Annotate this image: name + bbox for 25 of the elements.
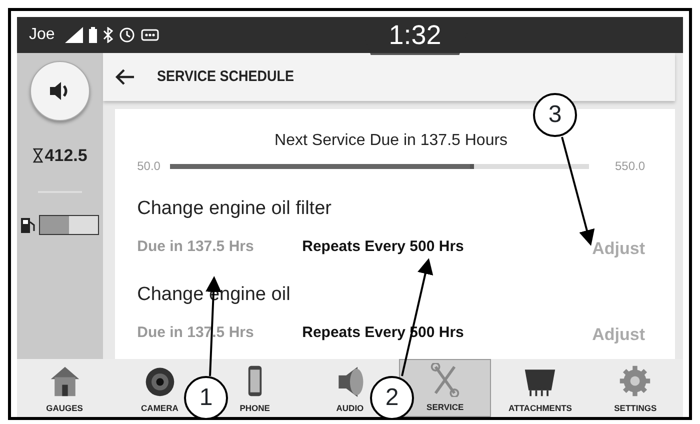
- volume-button[interactable]: [30, 61, 90, 121]
- battery-icon: [88, 27, 97, 43]
- clock-icon: [118, 27, 135, 43]
- slider-max: 550.0: [614, 158, 645, 175]
- hourglass-icon: [32, 148, 43, 164]
- fuel-gauge: [39, 214, 100, 234]
- nav-tab[interactable]: SETTINGS: [589, 359, 682, 417]
- slider-min: 50.0: [137, 158, 160, 175]
- page-title: SERVICE SCHEDULE: [157, 66, 294, 87]
- due-text: Due in 137.5 Hrs: [137, 236, 255, 256]
- next-service-text: Next Service Due in 137.5 Hours: [274, 132, 508, 149]
- task-name: Change engine oil filter: [137, 197, 332, 221]
- signal-icon: [64, 27, 83, 43]
- gear-icon: [618, 364, 652, 398]
- nav-tab[interactable]: ATTACHMENTS: [494, 359, 586, 417]
- service-slider[interactable]: [170, 164, 589, 168]
- nav-tab[interactable]: GAUGES: [18, 359, 111, 417]
- back-arrow-icon: [115, 68, 136, 85]
- engine-hours: 412.5: [44, 145, 88, 167]
- more-icon: [140, 29, 159, 41]
- repeat-text: Repeats Every 500 Hrs: [302, 236, 465, 256]
- user-name: Joe: [29, 25, 55, 45]
- fuel-pump-icon: [21, 216, 36, 232]
- nav-tab[interactable]: SERVICE: [399, 359, 492, 417]
- bluetooth-icon: [102, 27, 113, 43]
